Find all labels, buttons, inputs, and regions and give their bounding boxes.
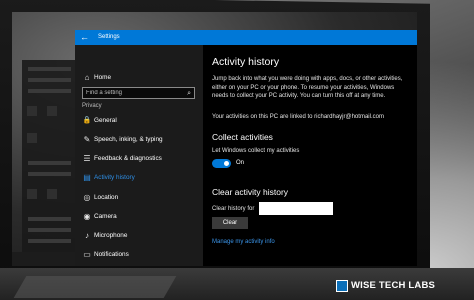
sidebar-item-feedback[interactable]: ☰ Feedback & diagnostics xyxy=(75,152,203,166)
notifications-icon: ▭ xyxy=(83,250,91,259)
window-title: Settings xyxy=(98,34,120,40)
sidebar-item-label: Microphone xyxy=(94,232,128,239)
clear-history-account-field[interactable] xyxy=(259,202,333,215)
feedback-icon: ☰ xyxy=(83,154,91,163)
sidebar-item-microphone[interactable]: ♪ Microphone xyxy=(75,229,203,243)
microphone-icon: ♪ xyxy=(85,231,89,240)
toggle-knob xyxy=(224,161,229,166)
sidebar-item-label: Notifications xyxy=(94,251,129,258)
clear-history-heading: Clear activity history xyxy=(212,187,289,197)
sidebar-item-label: Feedback & diagnostics xyxy=(94,155,162,162)
sidebar-item-label: General xyxy=(94,117,117,124)
collect-activities-label: Let Windows collect my activities xyxy=(212,148,300,154)
search-box[interactable]: ⌕ xyxy=(82,87,195,99)
location-icon: ◎ xyxy=(83,193,91,202)
page-description: Jump back into what you were doing with … xyxy=(212,76,403,100)
manage-activity-link[interactable]: Manage my activity info xyxy=(212,238,275,247)
sidebar-item-label: Speech, inking, & typing xyxy=(94,136,163,143)
sidebar-item-location[interactable]: ◎ Location xyxy=(75,191,203,205)
sidebar-item-camera[interactable]: ◉ Camera xyxy=(75,210,203,224)
activity-icon: ▤ xyxy=(83,173,91,182)
search-input[interactable] xyxy=(86,88,178,98)
watermark-logo-icon xyxy=(336,280,348,292)
sidebar-item-notifications[interactable]: ▭ Notifications xyxy=(75,248,203,262)
speech-icon: ✎ xyxy=(83,135,91,144)
section-heading-privacy: Privacy xyxy=(82,103,102,109)
title-bar: ← Settings xyxy=(75,30,417,45)
clear-button[interactable]: Clear xyxy=(212,217,248,229)
sidebar-item-general[interactable]: 🔒 General xyxy=(75,114,203,128)
settings-window: ← Settings ⌂ Home ⌕ Privacy 🔒 General ✎ … xyxy=(75,30,417,266)
back-arrow-icon[interactable]: ← xyxy=(80,32,89,43)
sidebar: ⌂ Home ⌕ Privacy 🔒 General ✎ Speech, ink… xyxy=(75,45,203,266)
sidebar-item-speech[interactable]: ✎ Speech, inking, & typing xyxy=(75,133,203,147)
watermark-text: WISE TECH LABS xyxy=(351,280,436,291)
start-menu xyxy=(22,60,77,252)
camera-icon: ◉ xyxy=(83,212,91,221)
clear-history-label: Clear history for xyxy=(212,206,255,212)
collect-activities-toggle[interactable] xyxy=(212,159,231,168)
search-icon[interactable]: ⌕ xyxy=(187,89,191,98)
sidebar-item-label: Activity history xyxy=(94,174,135,181)
home-icon: ⌂ xyxy=(84,73,90,82)
laptop-hinge xyxy=(13,276,177,298)
sidebar-item-label: Camera xyxy=(94,213,117,220)
collect-activities-heading: Collect activities xyxy=(212,132,273,142)
page-title: Activity history xyxy=(212,56,280,68)
linked-account-text: Your activities on this PC are linked to… xyxy=(212,114,384,120)
toggle-state-label: On xyxy=(236,160,245,166)
main-content: Activity history Jump back into what you… xyxy=(203,45,417,266)
sidebar-item-label: Location xyxy=(94,194,119,201)
sidebar-item-label: Home xyxy=(94,74,112,81)
sidebar-item-activity-history[interactable]: ▤ Activity history xyxy=(75,171,203,185)
sidebar-item-home[interactable]: ⌂ Home xyxy=(75,71,203,85)
lock-icon: 🔒 xyxy=(82,117,92,124)
